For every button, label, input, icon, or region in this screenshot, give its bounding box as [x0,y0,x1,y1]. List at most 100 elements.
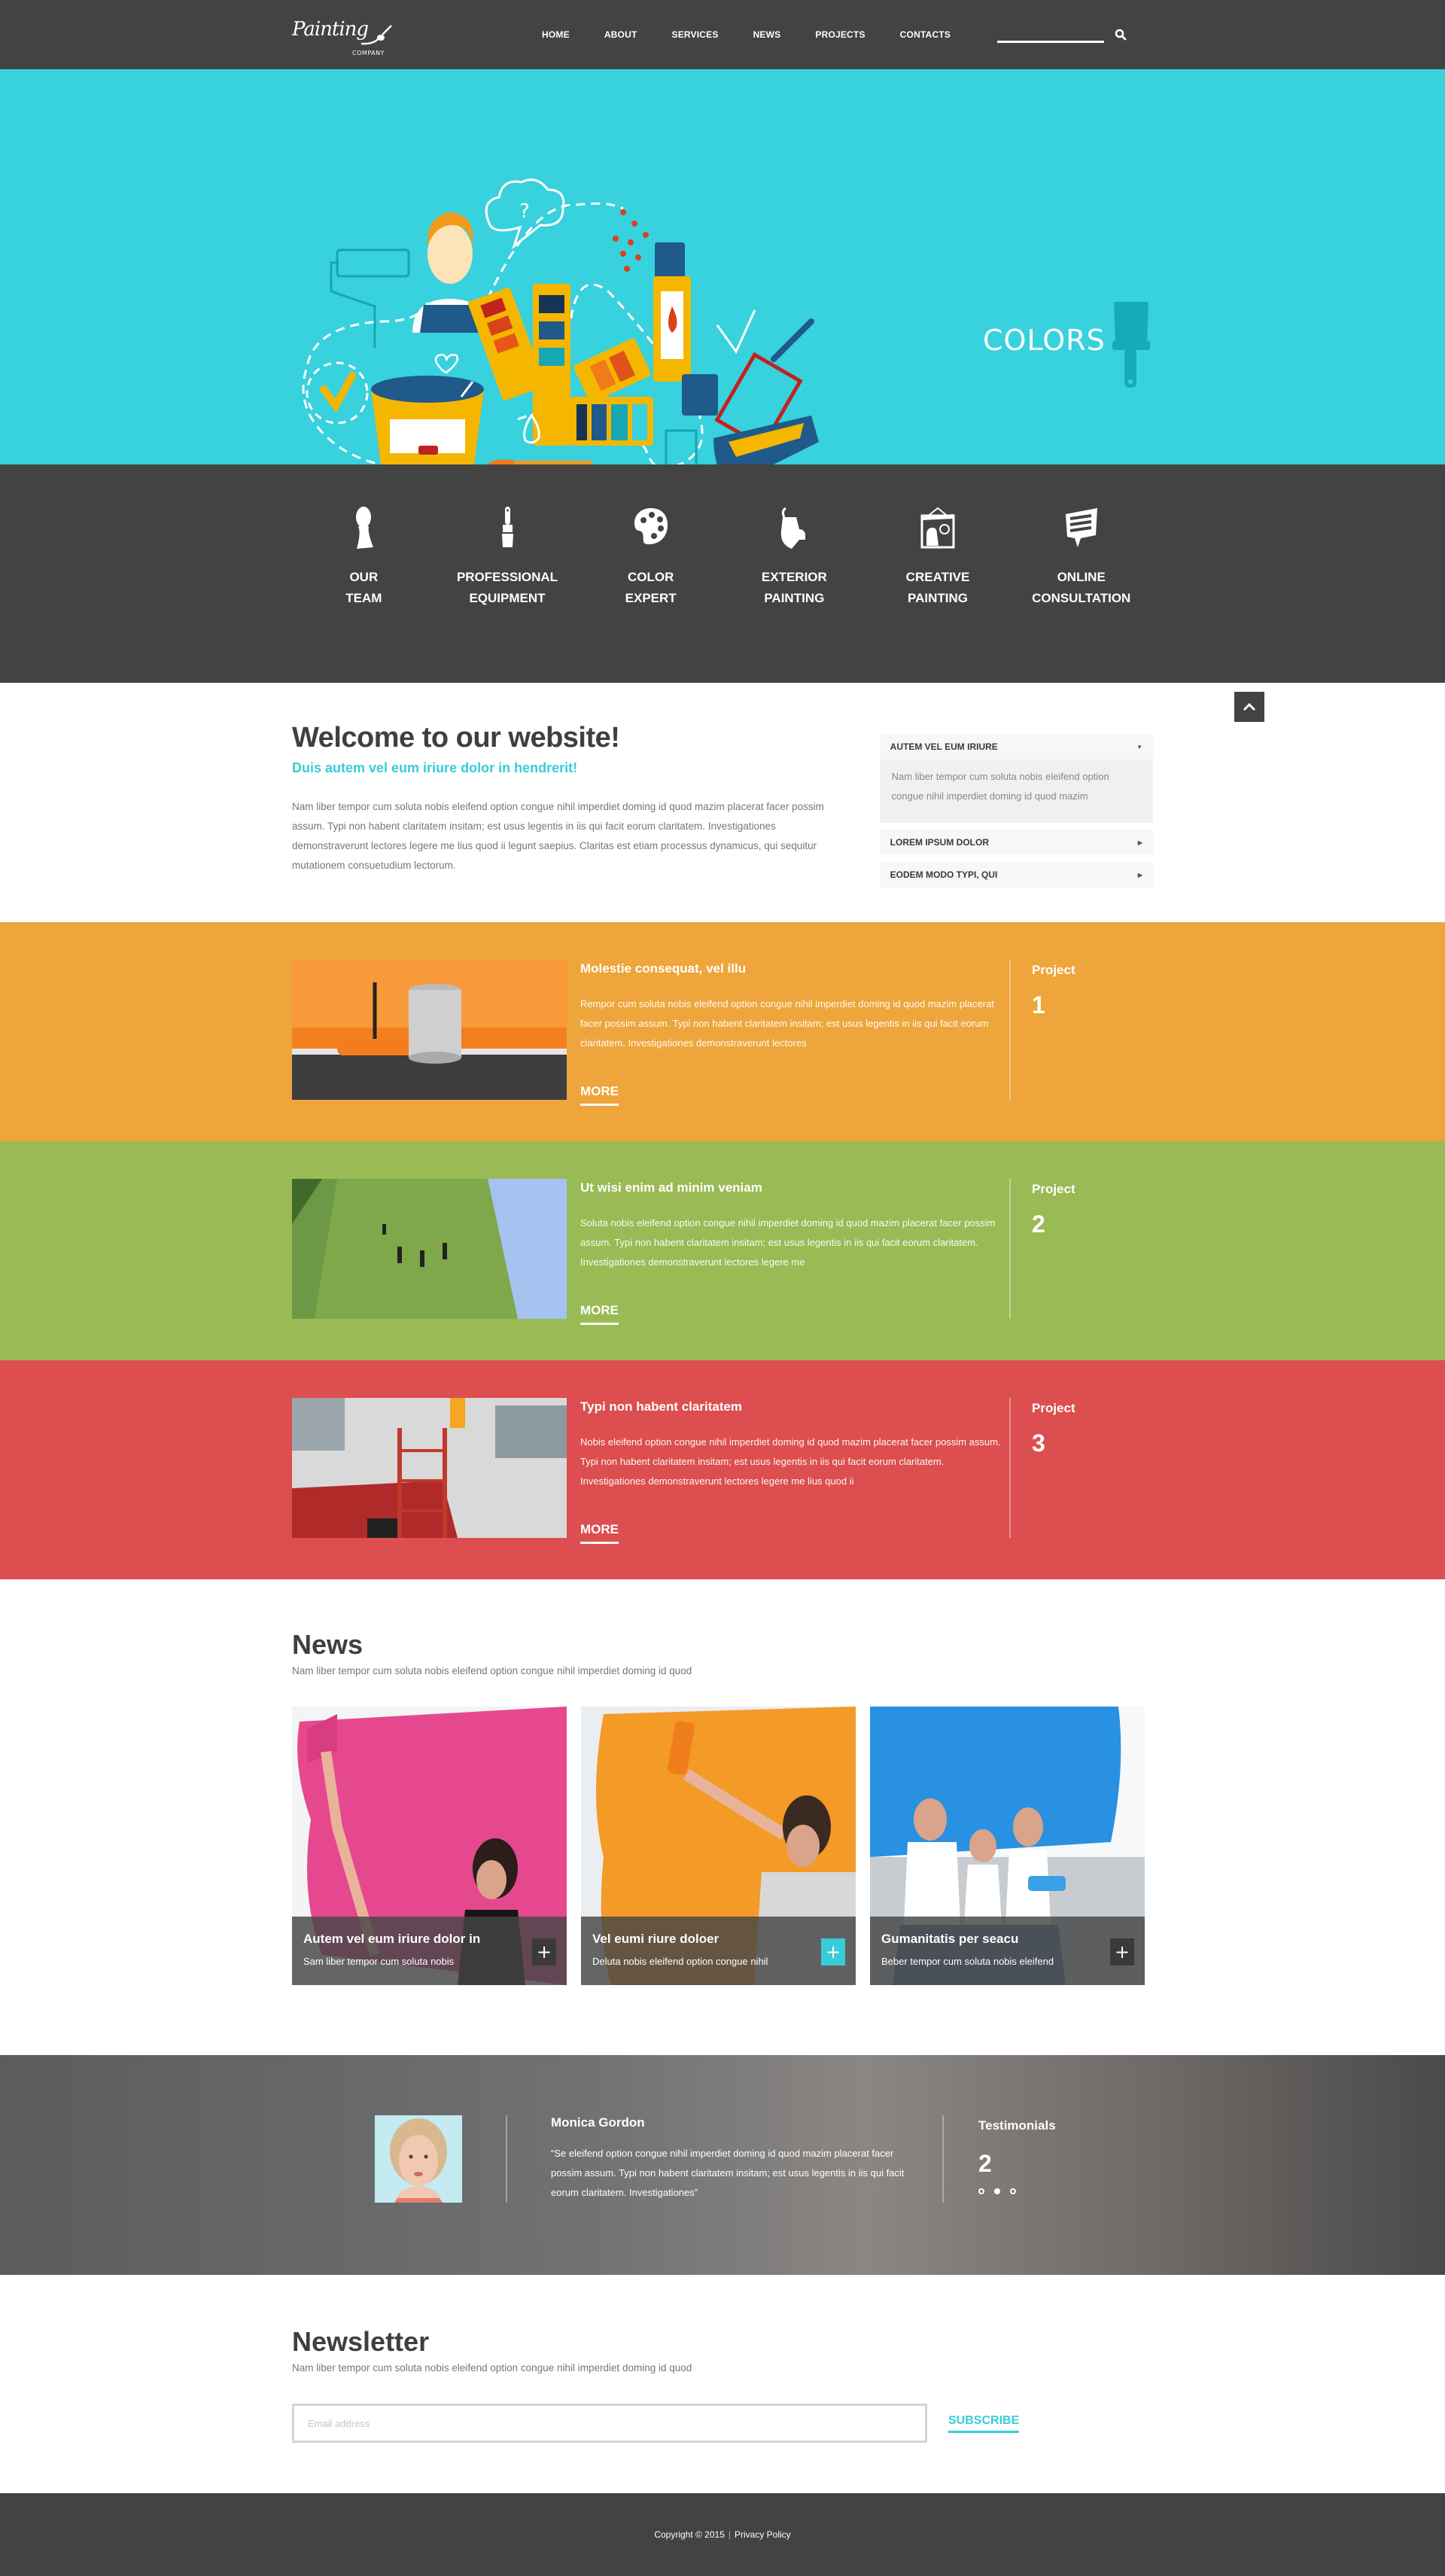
service-online-consultation[interactable]: ONLINE CONSULTATION [1009,507,1153,609]
scroll-to-top-button[interactable] [1234,692,1264,722]
service-label-line1: EXTERIOR [761,570,827,584]
project-row: Molestie consequat, vel illu Rempor cum … [0,922,1445,1141]
project-description: Rempor cum soluta nobis eleifend option … [580,998,994,1049]
divider [942,2115,944,2203]
divider [506,2115,507,2203]
logo-brush-icon [360,25,392,45]
project-image [292,1398,567,1538]
plus-icon[interactable]: + [532,1938,556,1965]
project-number: 2 [1032,1210,1045,1238]
welcome-subtitle: Duis autem vel eum iriure dolor in hendr… [292,760,578,775]
project-label: Project [1032,1182,1075,1196]
logo-text: Painting [292,18,369,41]
nav-contacts[interactable]: CONTACTS [900,29,951,40]
accordion-title: LOREM IPSUM DOLOR [890,837,989,848]
divider [1009,1179,1011,1319]
hero-caption: COLORS [983,324,1106,357]
project-description: Nobis eleifend option congue nihil imper… [580,1436,1001,1487]
search-form [997,26,1127,43]
news-card[interactable]: Gumanitatis per seacu Beber tempor cum s… [870,1707,1145,1985]
service-creative-painting[interactable]: CREATIVE PAINTING [866,507,1010,609]
project-label: Project [1032,963,1075,977]
news-card-title: Gumanitatis per seacu [881,1932,1019,1946]
divider [1009,1398,1011,1538]
testimonial-pagination [978,2188,1056,2194]
project-title: Molestie consequat, vel illu [580,961,747,976]
chevron-up-icon [1243,702,1256,711]
service-exterior-painting[interactable]: EXTERIOR PAINTING [722,507,866,609]
more-link[interactable]: MORE [580,1303,619,1325]
project-label: Project [1032,1401,1075,1415]
hero-slider: ? COLORS [0,69,1445,464]
nav-projects[interactable]: PROJECTS [815,29,865,40]
project-image [292,960,567,1100]
project-row: Ut wisi enim ad minim veniam Soluta nobi… [0,1141,1445,1360]
testimonial-dot-2-active[interactable] [994,2188,1000,2194]
logo-subtext: COMPANY [352,50,385,56]
caret-right-icon: ▶ [1137,871,1142,878]
nav-services[interactable]: SERVICES [671,29,718,40]
accordion-item: LOREM IPSUM DOLOR ▶ [879,830,1153,855]
news-card[interactable]: Autem vel eum iriure dolor in Sam liber … [292,1707,567,1985]
nav-about[interactable]: ABOUT [604,29,637,40]
accordion-header[interactable]: AUTEM VEL EUM IRIURE ▼ [880,734,1153,760]
news-card-text: Deluta nobis eleifend option congue nihi… [592,1956,768,1967]
service-label-line1: PROFESSIONAL [456,570,558,584]
service-label-line2: CONSULTATION [1032,591,1131,605]
service-label-line1: COLOR [627,570,674,584]
testimonial-dot-1[interactable] [978,2188,984,2194]
testimonial-avatar [375,2115,462,2203]
site-footer: Copyright © 2015 | Privacy Policy [0,2493,1445,2576]
privacy-policy-link[interactable]: Privacy Policy [735,2529,791,2540]
service-label-line1: ONLINE [1057,570,1106,584]
footer-separator: | [728,2529,731,2540]
nav-news[interactable]: NEWS [753,29,781,40]
accordion-title: EODEM MODO TYPI, QUI [890,869,998,880]
testimonial-dot-3[interactable] [1010,2188,1016,2194]
service-our-team[interactable]: OUR TEAM [292,507,436,609]
service-color-expert[interactable]: COLOR EXPERT [579,507,722,609]
plus-icon[interactable]: + [1110,1938,1134,1965]
newsletter-form: SUBSCRIBE [292,2404,1153,2443]
copyright-text: Copyright © 2015 [654,2529,725,2540]
welcome-body: Nam liber tempor cum soluta nobis eleife… [292,801,824,871]
accordion: AUTEM VEL EUM IRIURE ▼ Nam liber tempor c… [879,734,1153,894]
palette-icon [634,508,668,544]
news-caption: Gumanitatis per seacu Beber tempor cum s… [870,1917,1145,1985]
accordion-header[interactable]: LOREM IPSUM DOLOR ▶ [880,830,1153,855]
service-professional-equipment[interactable]: PROFESSIONAL EQUIPMENT [436,507,580,609]
news-caption: Vel eumi riure doloer Deluta nobis eleif… [581,1917,856,1985]
plus-icon[interactable]: + [821,1938,845,1965]
subscribe-button[interactable]: SUBSCRIBE [948,2414,1020,2433]
search-input[interactable] [997,26,1105,43]
testimonials-label: Testimonials [978,2118,1056,2133]
newsletter-section: Newsletter Nam liber tempor cum soluta n… [0,2275,1445,2493]
service-label-line2: EXPERT [625,591,677,605]
nav-home[interactable]: HOME [542,29,570,40]
newsletter-subtitle: Nam liber tempor cum soluta nobis eleife… [292,2362,692,2374]
news-card[interactable]: Vel eumi riure doloer Deluta nobis eleif… [581,1707,856,1985]
testimonial-name: Monica Gordon [551,2115,645,2130]
person-icon [356,507,374,549]
accordion-header[interactable]: EODEM MODO TYPI, QUI ▶ [880,862,1153,888]
accordion-title: AUTEM VEL EUM IRIURE [890,741,998,752]
accordion-body: Nam liber tempor cum soluta nobis eleife… [879,760,1153,823]
testimonials-section: Monica Gordon “Se eleifend option congue… [0,2055,1445,2275]
accordion-item: EODEM MODO TYPI, QUI ▶ [879,862,1153,888]
project-title: Typi non habent claritatem [580,1399,743,1414]
newsletter-title: Newsletter [292,2326,430,2357]
logo[interactable]: Painting COMPANY [292,12,397,57]
svg-text:?: ? [519,200,530,223]
service-label-line2: EQUIPMENT [469,591,546,605]
search-icon[interactable] [1115,29,1127,41]
caret-right-icon: ▶ [1137,839,1142,846]
email-input[interactable] [292,2404,927,2443]
more-link[interactable]: MORE [580,1522,619,1544]
welcome-title: Welcome to our website! [292,722,620,754]
paintbrush-icon [502,507,513,547]
chat-bubble-icon [1065,508,1097,547]
news-title: News [292,1629,364,1660]
news-card-text: Sam liber tempor cum soluta nobis [303,1956,455,1967]
news-caption: Autem vel eum iriure dolor in Sam liber … [292,1917,567,1985]
more-link[interactable]: MORE [580,1084,619,1106]
